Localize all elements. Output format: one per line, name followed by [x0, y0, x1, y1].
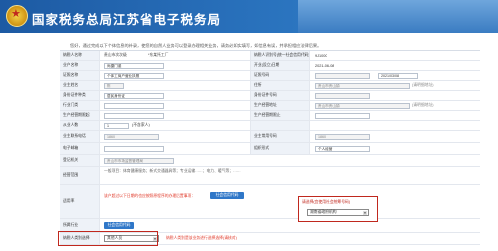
credit-code-button[interactable]: 社会信用代码 — [210, 192, 244, 199]
tax-emblem-icon: ★ — [6, 5, 28, 27]
email-input[interactable] — [104, 146, 164, 152]
chevron-down-icon: ▼ — [363, 211, 367, 215]
field-label: 纳税人名称 — [60, 51, 100, 60]
site-title: 国家税务总局江苏省电子税务局 — [32, 12, 222, 27]
business-name-input[interactable]: 尚捷门诞 — [104, 63, 164, 69]
form-row: 身份证件种类 居民身份证 身份证件号码 — [60, 91, 480, 101]
field-label: 电子邮箱 — [60, 143, 100, 154]
term-end-input[interactable] — [315, 113, 370, 119]
popup-select[interactable]: 湖南省政府机构 ▼ — [307, 209, 369, 216]
field-label: 纳税人识别号(统一社会信用代码) — [250, 51, 310, 60]
field-label: 身份证件种类 — [60, 91, 100, 100]
business-scope-value: 一般项目：体育健康服务；新式交通器具等；专业运输……；电力、暖气等；…… — [104, 169, 241, 173]
credit-code-button-2[interactable]: 社会信用代码 — [104, 222, 134, 229]
form-row: 业户名称 尚捷门诞 开业(设立)日期 2021-06-08 — [60, 61, 480, 71]
field-label: 住所 — [250, 81, 310, 90]
form-row: 证照名称 个体工商户营业执照 证照号码 2021/03/08 — [60, 71, 480, 81]
field-label: 业主常用号码 — [250, 131, 310, 142]
form-row: 适用率 该户超过以下日期的也应按照原程序的办理后置事项： 社会信用代码 — [60, 185, 480, 219]
field-label — [250, 121, 310, 130]
form-row: 业主姓名 陈 住所 贵山市贵山镇 (请明细地址) — [60, 81, 480, 91]
field-label: 生产经营地址 — [250, 101, 310, 110]
field-label: 业户名称 — [60, 61, 100, 70]
owner-mobile-input[interactable]: 1860 — [315, 134, 370, 140]
id-number-input[interactable] — [315, 93, 370, 99]
field-label: 行业门类 — [60, 101, 100, 110]
field-label: 从业人数 — [60, 121, 100, 130]
site-header: ★ 国家税务总局江苏省电子税务局 — [0, 0, 498, 33]
org-form-select[interactable]: 个人经营 — [315, 146, 370, 152]
owner-phone-input[interactable]: 1860 — [104, 134, 159, 140]
form-row: 电子邮箱 组织形式 个人经营 — [60, 143, 480, 155]
form-row: 经营范围 一般项目：体育健康服务；新式交通器具等；专业运输……；电力、暖气等；…… — [60, 167, 480, 185]
employee-count-input[interactable]: 1 — [104, 123, 129, 129]
form-row: 行业门类 生产经营地址 贵山市贵山镇 (请明细地址) — [60, 101, 480, 111]
taxpayer-category-note: 纳税人类别是该业务进行选择选择(请核对) — [166, 236, 237, 240]
field-label: 身份证件号码 — [250, 91, 310, 100]
field-label: 开业(设立)日期 — [250, 61, 310, 70]
field-label: 业主姓名 — [60, 81, 100, 90]
form-row: 从业人数 1 (不含家人) — [60, 121, 480, 131]
form-row: 纳税人名称 贵山市次次级 *东某托工厂 纳税人识别号(统一社会信用代码) 9J1… — [60, 51, 480, 61]
id-type-select[interactable]: 居民身份证 — [104, 93, 164, 99]
popup-select-value: 湖南省政府机构 — [310, 210, 337, 214]
owner-name-input[interactable]: 陈 — [104, 83, 124, 89]
license-name-input[interactable]: 个体工商户营业执照 — [104, 73, 164, 79]
open-date-value: 2021-06-08 — [315, 63, 335, 68]
term-start-input[interactable] — [104, 113, 164, 119]
field-label: 适用率 — [60, 185, 100, 218]
field-label: 经营范围 — [60, 167, 100, 184]
popup-title: 请选择(宜使用社会统筹号码) — [302, 200, 351, 204]
form-row: 生产经营期限起 生产经营期限止 — [60, 111, 480, 121]
field-label: 登记机关 — [60, 155, 100, 166]
header-background-image — [298, 0, 498, 33]
field-label: 业主联系电话 — [60, 131, 100, 142]
taxpayer-name-suffix: *东某托工厂 — [148, 53, 169, 57]
highlight-box — [58, 231, 158, 246]
residence-input[interactable]: 贵山市贵山镇 — [315, 83, 410, 89]
license-number-input[interactable] — [315, 73, 370, 79]
form-row: 登记机关 贵山市市场监督管理局 — [60, 155, 480, 167]
license-date-input[interactable]: 2021/03/08 — [378, 73, 418, 79]
registry-authority-input[interactable]: 贵山市市场监督管理局 — [104, 158, 174, 164]
applicable-rate-warning: 该户超过以下日期的也应按照原程序的办理后置事项： — [104, 193, 196, 198]
field-label: 生产经营期限起 — [60, 111, 100, 120]
employee-count-unit: (不含家人) — [132, 123, 150, 127]
registration-form: 纳税人名称 贵山市次次级 *东某托工厂 纳税人识别号(统一社会信用代码) 9J1… — [60, 50, 480, 245]
popup-panel: 请选择(宜使用社会统筹号码) 湖南省政府机构 ▼ — [298, 196, 378, 222]
field-label: 组织形式 — [250, 143, 310, 154]
taxpayer-name-value: 贵山市次次级 — [104, 53, 127, 57]
taxpayer-id-value: 9J1000 — [315, 53, 328, 58]
residence-hint: (请明细地址) — [412, 83, 434, 87]
form-row: 业主联系电话 1860 业主常用号码 1860 — [60, 131, 480, 143]
industry-select[interactable] — [104, 103, 164, 109]
field-label: 证照号码 — [250, 71, 310, 80]
business-address-hint: (请明细地址) — [412, 103, 434, 107]
business-address-input[interactable]: 贵山市贵山镇 — [315, 103, 410, 109]
field-label: 证照名称 — [60, 71, 100, 80]
intro-text: 您好，通过完成以下个体信息的补录，使您的自然人业务可以登录办理相关业务，请务必如… — [70, 43, 322, 48]
field-label: 生产经营期限止 — [250, 111, 310, 120]
